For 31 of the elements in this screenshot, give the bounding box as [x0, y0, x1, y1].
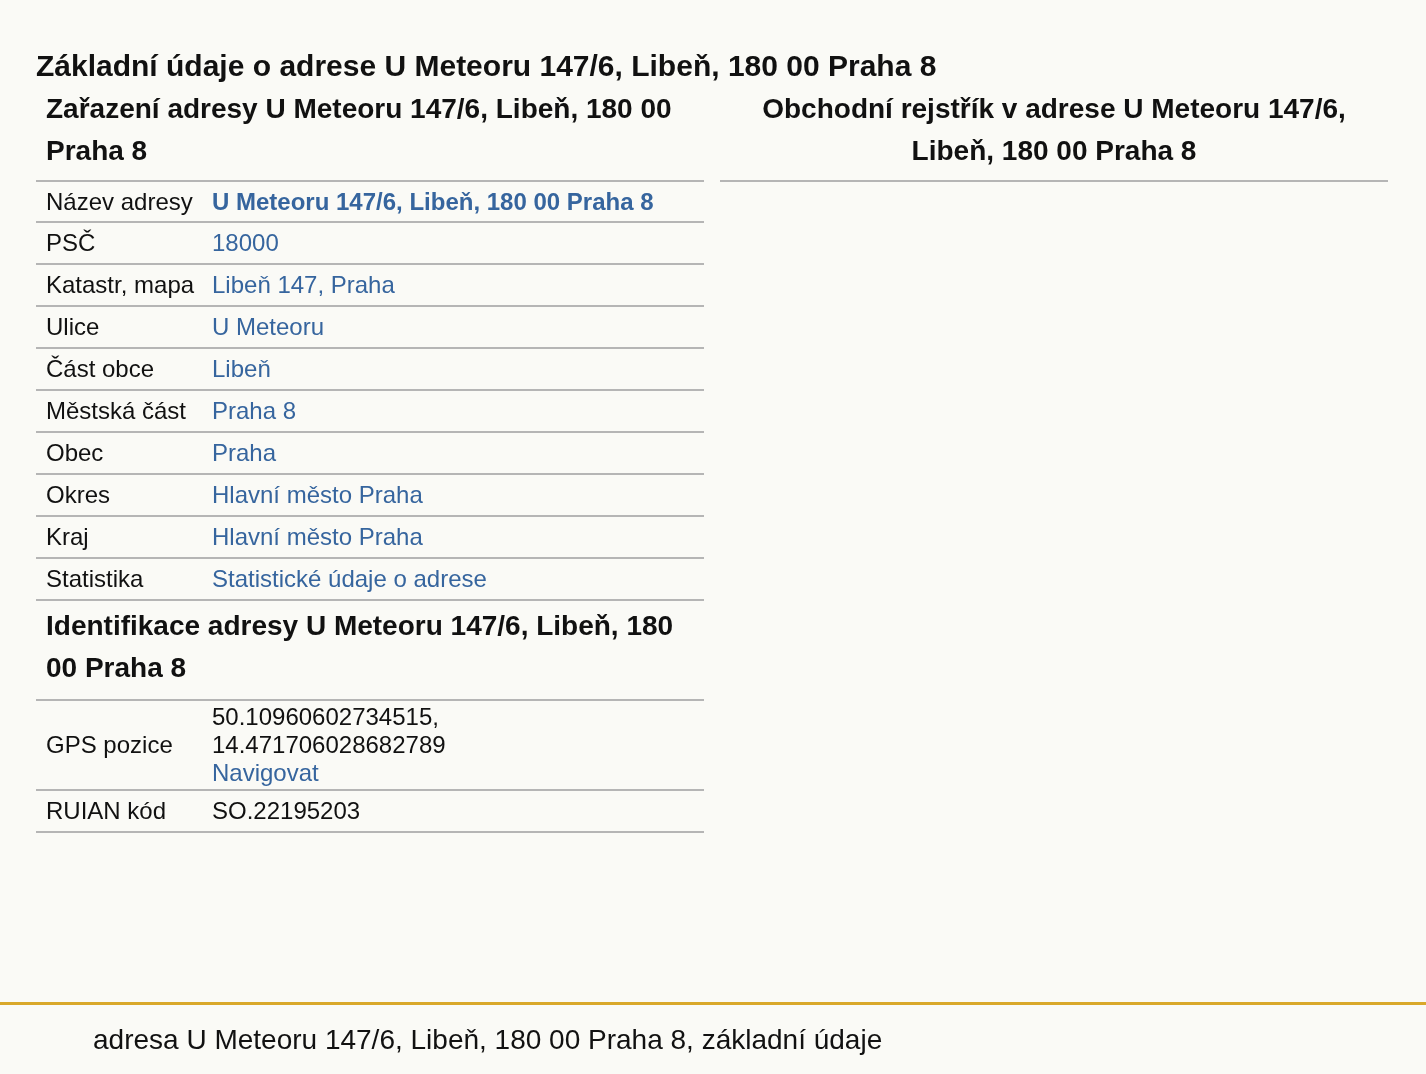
- footer-text: adresa U Meteoru 147/6, Libeň, 180 00 Praha 8, základní údaje: [93, 1022, 883, 1057]
- value-link[interactable]: U Meteoru: [212, 313, 325, 340]
- value-link[interactable]: Hlavní město Praha: [212, 481, 423, 508]
- coordinate-text: 14.471706028682789: [212, 731, 447, 759]
- row-label: Kraj: [45, 523, 90, 551]
- value-link[interactable]: Praha: [212, 439, 277, 466]
- page-title: Základní údaje o adrese U Meteoru 147/6, Libeň, 180 00 Praha 8: [36, 48, 938, 84]
- row-label: Městská část: [45, 397, 188, 425]
- section-heading: Identifikace adresy U Meteoru 147/6, Libeň, 180 00 Praha 8: [45, 609, 675, 685]
- value-link[interactable]: Hlavní město Praha: [212, 523, 423, 550]
- row-label: Okres: [45, 481, 111, 509]
- row-label: Ulice: [45, 313, 101, 341]
- value-link[interactable]: Praha 8: [212, 397, 297, 424]
- value-link[interactable]: Libeň 147, Praha: [212, 271, 395, 298]
- value-link[interactable]: Libeň: [212, 355, 271, 382]
- row-label: Obec: [45, 439, 105, 467]
- section-heading: Zařazení adresy U Meteoru 147/6, Libeň, 180 00 Praha 8: [45, 92, 673, 168]
- row-label: Část obce: [45, 355, 156, 383]
- value-text: SO.22195203: [212, 797, 361, 824]
- value-link[interactable]: 18000: [212, 229, 279, 256]
- navigate-link[interactable]: Navigovat: [212, 759, 319, 787]
- row-label: Statistika: [45, 565, 145, 593]
- row-label: RUIAN kód: [45, 797, 168, 825]
- row-label: PSČ: [45, 229, 97, 257]
- coordinate-text: 50.10960602734515,: [212, 703, 440, 731]
- row-label: Název adresy: [45, 187, 194, 216]
- row-label: Katastr, mapa: [45, 271, 196, 299]
- address-link[interactable]: U Meteoru 147/6, Libeň, 180 00 Praha 8: [212, 187, 696, 216]
- section-heading: Obchodní rejstřík v adrese U Meteoru 147/6, Libeň, 180 00 Praha 8: [720, 88, 1388, 182]
- value-link[interactable]: Statistické údaje o adrese: [212, 565, 487, 592]
- row-label: GPS pozice: [45, 731, 174, 759]
